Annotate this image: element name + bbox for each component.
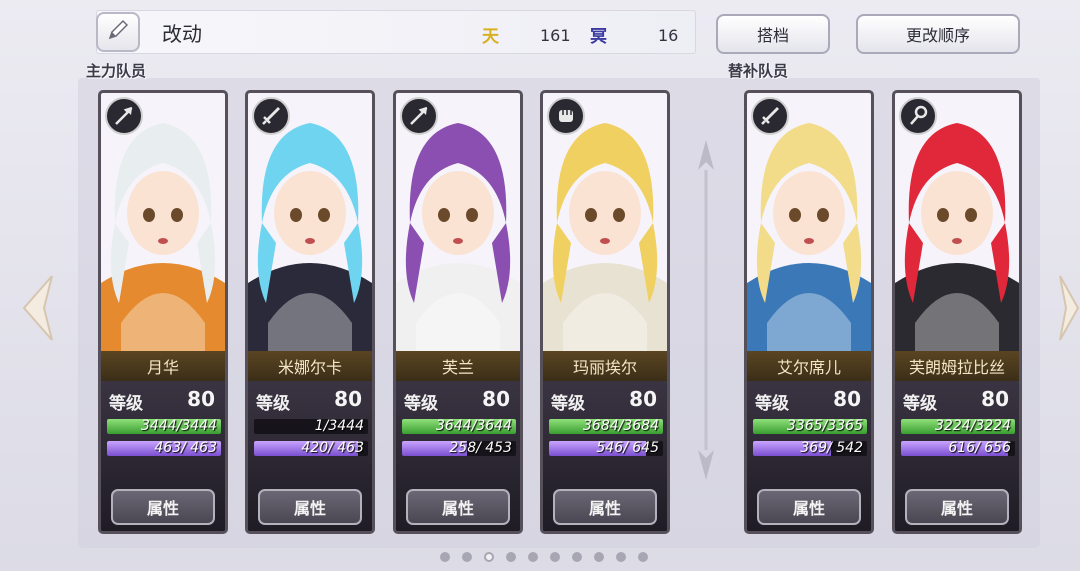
chevron-left-icon — [22, 275, 53, 341]
character-name: 玛丽埃尔 — [543, 351, 667, 381]
heaven-currency-value: 161 — [540, 26, 571, 45]
sword-icon — [252, 97, 290, 135]
character-name: 芙兰 — [396, 351, 520, 381]
mp-bar: 546/ 645 — [549, 441, 663, 456]
page-dot[interactable] — [638, 552, 648, 562]
character-name: 月华 — [101, 351, 225, 381]
attributes-button[interactable]: 属性 — [905, 489, 1009, 525]
character-name: 艾尔席儿 — [747, 351, 871, 381]
hp-bar: 3444/3444 — [107, 419, 221, 434]
level-label: 等级 — [903, 394, 937, 414]
character-card[interactable]: 米娜尔卡 等级 80 1/3444 420/ 463 属性 — [245, 90, 375, 534]
hp-bar: 1/3444 — [254, 419, 368, 434]
page-dot[interactable] — [506, 552, 516, 562]
hp-value: 3224/3224 — [935, 419, 1011, 434]
level-label: 等级 — [109, 394, 143, 414]
character-card[interactable]: 玛丽埃尔 等级 80 3684/3684 546/ 645 属性 — [540, 90, 670, 534]
level-label: 等级 — [256, 394, 290, 414]
level-value: 80 — [482, 387, 510, 411]
mp-bar: 463/ 463 — [107, 441, 221, 456]
level-value: 80 — [981, 387, 1009, 411]
attributes-button[interactable]: 属性 — [258, 489, 362, 525]
character-name: 米娜尔卡 — [248, 351, 372, 381]
hp-value: 3365/3365 — [787, 419, 863, 434]
attributes-button[interactable]: 属性 — [111, 489, 215, 525]
level-value: 80 — [629, 387, 657, 411]
reserve-members-label: 替补队员 — [728, 62, 789, 80]
character-name: 芙朗姆拉比丝 — [895, 351, 1019, 381]
hp-bar: 3684/3684 — [549, 419, 663, 434]
mp-value: 616/ 656 — [948, 441, 1011, 456]
team-name: 改动 — [162, 22, 202, 46]
hp-value: 3684/3684 — [583, 419, 659, 434]
mp-value: 258/ 453 — [449, 441, 512, 456]
previous-page-arrow[interactable] — [18, 272, 56, 348]
character-stats: 等级 80 3365/3365 369/ 542 属性 — [747, 381, 871, 531]
page-dot[interactable] — [528, 552, 538, 562]
attributes-button[interactable]: 属性 — [757, 489, 861, 525]
level-label: 等级 — [551, 394, 585, 414]
team-divider — [696, 140, 716, 480]
page-dot[interactable] — [572, 552, 582, 562]
chevron-right-icon — [1059, 275, 1080, 341]
partner-button[interactable]: 搭档 — [716, 14, 830, 54]
fist-icon — [547, 97, 585, 135]
page-dot[interactable] — [462, 552, 472, 562]
hp-bar: 3365/3365 — [753, 419, 867, 434]
mp-bar: 420/ 463 — [254, 441, 368, 456]
attributes-button[interactable]: 属性 — [406, 489, 510, 525]
character-stats: 等级 80 3644/3644 258/ 453 属性 — [396, 381, 520, 531]
character-stats: 等级 80 3224/3224 616/ 656 属性 — [895, 381, 1019, 531]
hp-value: 3644/3644 — [436, 419, 512, 434]
hp-bar: 3224/3224 — [901, 419, 1015, 434]
character-card[interactable]: 芙兰 等级 80 3644/3644 258/ 453 属性 — [393, 90, 523, 534]
attributes-button[interactable]: 属性 — [553, 489, 657, 525]
mp-bar: 258/ 453 — [402, 441, 516, 456]
character-stats: 等级 80 3684/3684 546/ 645 属性 — [543, 381, 667, 531]
page-indicator — [440, 552, 648, 562]
hp-value: 3444/3444 — [141, 419, 217, 434]
page-dot[interactable] — [594, 552, 604, 562]
mp-value: 463/ 463 — [154, 441, 217, 456]
page-dot[interactable] — [616, 552, 626, 562]
spear-icon — [400, 97, 438, 135]
mp-value: 420/ 463 — [301, 441, 364, 456]
staff-icon — [899, 97, 937, 135]
pencil-icon — [106, 18, 130, 46]
page-dot[interactable] — [484, 552, 494, 562]
mp-bar: 369/ 542 — [753, 441, 867, 456]
character-card[interactable]: 芙朗姆拉比丝 等级 80 3224/3224 616/ 656 属性 — [892, 90, 1022, 534]
mp-bar: 616/ 656 — [901, 441, 1015, 456]
character-card[interactable]: 艾尔席儿 等级 80 3365/3365 369/ 542 属性 — [744, 90, 874, 534]
level-label: 等级 — [404, 394, 438, 414]
level-value: 80 — [334, 387, 362, 411]
character-stats: 等级 80 3444/3444 463/ 463 属性 — [101, 381, 225, 531]
next-page-arrow[interactable] — [1058, 272, 1080, 348]
level-value: 80 — [833, 387, 861, 411]
spear-icon — [105, 97, 143, 135]
underworld-currency-value: 16 — [658, 26, 679, 45]
character-stats: 等级 80 1/3444 420/ 463 属性 — [248, 381, 372, 531]
level-label: 等级 — [755, 394, 789, 414]
hp-value: 1/3444 — [314, 419, 364, 434]
level-value: 80 — [187, 387, 215, 411]
character-card[interactable]: 月华 等级 80 3444/3444 463/ 463 属性 — [98, 90, 228, 534]
page-dot[interactable] — [550, 552, 560, 562]
mp-value: 369/ 542 — [800, 441, 863, 456]
edit-name-button[interactable] — [96, 12, 140, 52]
page-dot[interactable] — [440, 552, 450, 562]
hp-bar: 3644/3644 — [402, 419, 516, 434]
mp-value: 546/ 645 — [596, 441, 659, 456]
main-members-label: 主力队员 — [86, 62, 147, 80]
reorder-button[interactable]: 更改顺序 — [856, 14, 1020, 54]
underworld-currency-icon: 冥 — [590, 27, 607, 47]
heaven-currency-icon: 天 — [482, 27, 499, 47]
sword-icon — [751, 97, 789, 135]
